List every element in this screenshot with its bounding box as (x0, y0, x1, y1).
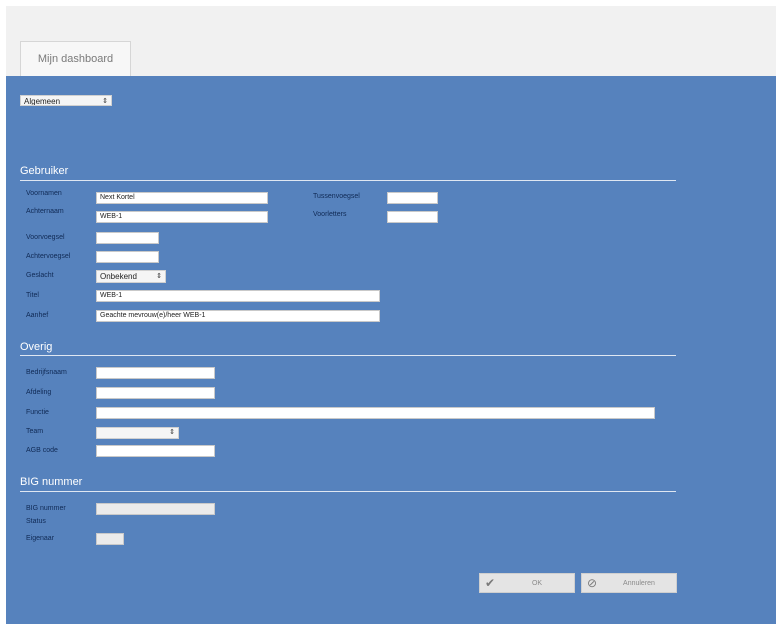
section-title-user: Gebruiker (20, 165, 69, 177)
section-title-other: Overig (20, 341, 53, 353)
big-number-label: BIG nummer (26, 505, 66, 512)
view-select[interactable]: Algemeen ⇕ (20, 95, 112, 106)
last-name-field[interactable]: WEB-1 (96, 211, 268, 223)
status-label: Status (26, 518, 46, 525)
ok-button-label: OK (531, 579, 543, 587)
company-label: Bedrijfsnaam (26, 369, 67, 376)
section-divider (20, 355, 676, 356)
agb-field[interactable] (96, 445, 215, 457)
department-label: Afdeling (26, 389, 52, 396)
post-title-label: Achtervoegsel (26, 253, 71, 260)
initials-label: Voorletters (313, 211, 347, 218)
form-panel: Algemeen ⇕ Gebruiker Voornamen Next Kort… (6, 76, 776, 624)
first-name-field[interactable]: Next Kortel (96, 192, 268, 204)
big-number-field[interactable] (96, 503, 215, 515)
title-label: Titel (26, 292, 39, 299)
own-select[interactable] (96, 533, 124, 545)
gender-label: Geslacht (26, 272, 54, 279)
department-field[interactable] (96, 387, 215, 399)
agb-label: AGB code (26, 447, 58, 454)
company-field[interactable] (96, 367, 215, 379)
initials-field[interactable] (387, 211, 438, 223)
pre-title-field[interactable] (96, 232, 159, 244)
infix-label: Tussenvoegsel (313, 193, 360, 200)
team-select[interactable]: ⇕ (96, 427, 179, 439)
first-name-label: Voornamen (26, 190, 62, 197)
team-label: Team (26, 428, 44, 435)
own-label: Eigenaar (26, 535, 55, 542)
infix-field[interactable] (387, 192, 438, 204)
function-label: Functie (26, 409, 49, 416)
updown-icon: ⇕ (169, 429, 175, 436)
function-field[interactable] (96, 407, 655, 419)
post-title-field[interactable] (96, 251, 159, 263)
section-divider (20, 491, 676, 492)
salutation-field[interactable]: Geachte mevrouw(e)/heer WEB-1 (96, 310, 380, 322)
tab-mijn-dashboard[interactable]: Mijn dashboard (20, 41, 131, 76)
updown-icon: ⇕ (102, 98, 108, 105)
check-icon: ✔ (484, 576, 496, 590)
ok-button[interactable]: ✔ OK (479, 573, 575, 593)
updown-icon: ⇕ (156, 273, 162, 280)
salutation-label: Aanhef (26, 312, 49, 319)
section-divider (20, 180, 676, 181)
gender-select-value: Onbekend (100, 272, 137, 281)
cancel-circle-icon: ⊘ (586, 576, 598, 590)
section-title-big: BIG nummer (20, 476, 83, 488)
cancel-button-label: Annuleren (623, 579, 655, 587)
view-select-value: Algemeen (24, 97, 61, 106)
gender-select[interactable]: Onbekend ⇕ (96, 270, 166, 283)
cancel-button[interactable]: ⊘ Annuleren (581, 573, 677, 593)
title-field[interactable]: WEB-1 (96, 290, 380, 302)
pre-title-label: Voorvoegsel (26, 234, 65, 241)
last-name-label: Achternaam (26, 208, 64, 215)
